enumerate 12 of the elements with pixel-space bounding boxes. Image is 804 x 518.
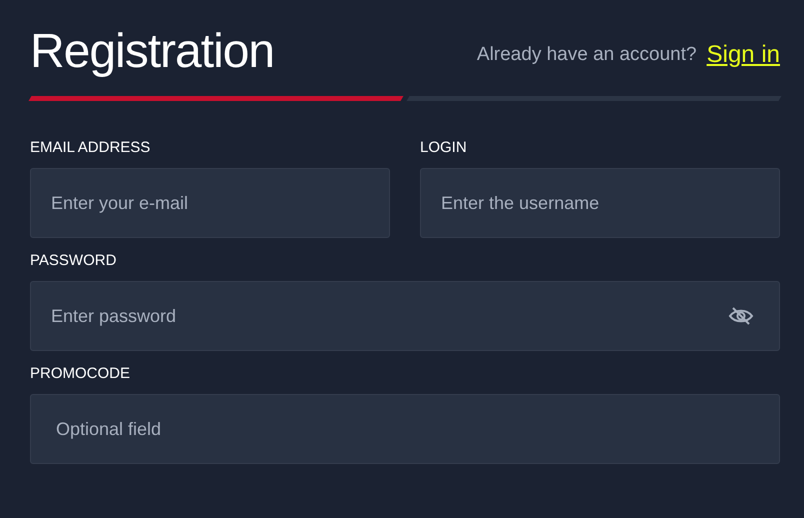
hidden-eye-icon[interactable] (728, 306, 754, 326)
field-label: EMAIL ADDRESS (30, 139, 152, 156)
sign-in-link[interactable]: Sign in (706, 41, 780, 69)
input-field[interactable]: Optional field (30, 394, 780, 464)
input-field[interactable]: Enter password (30, 281, 780, 351)
input-field[interactable]: Enter the username (420, 168, 780, 238)
field-label: PROMOCODE (30, 365, 132, 382)
account-prompt: Already have an account? (476, 44, 697, 66)
field-label: PASSWORD (30, 252, 118, 269)
page-title: Registration (30, 24, 274, 78)
input-field[interactable]: Enter your e-mail (30, 168, 390, 238)
field-label: LOGIN (420, 139, 468, 156)
